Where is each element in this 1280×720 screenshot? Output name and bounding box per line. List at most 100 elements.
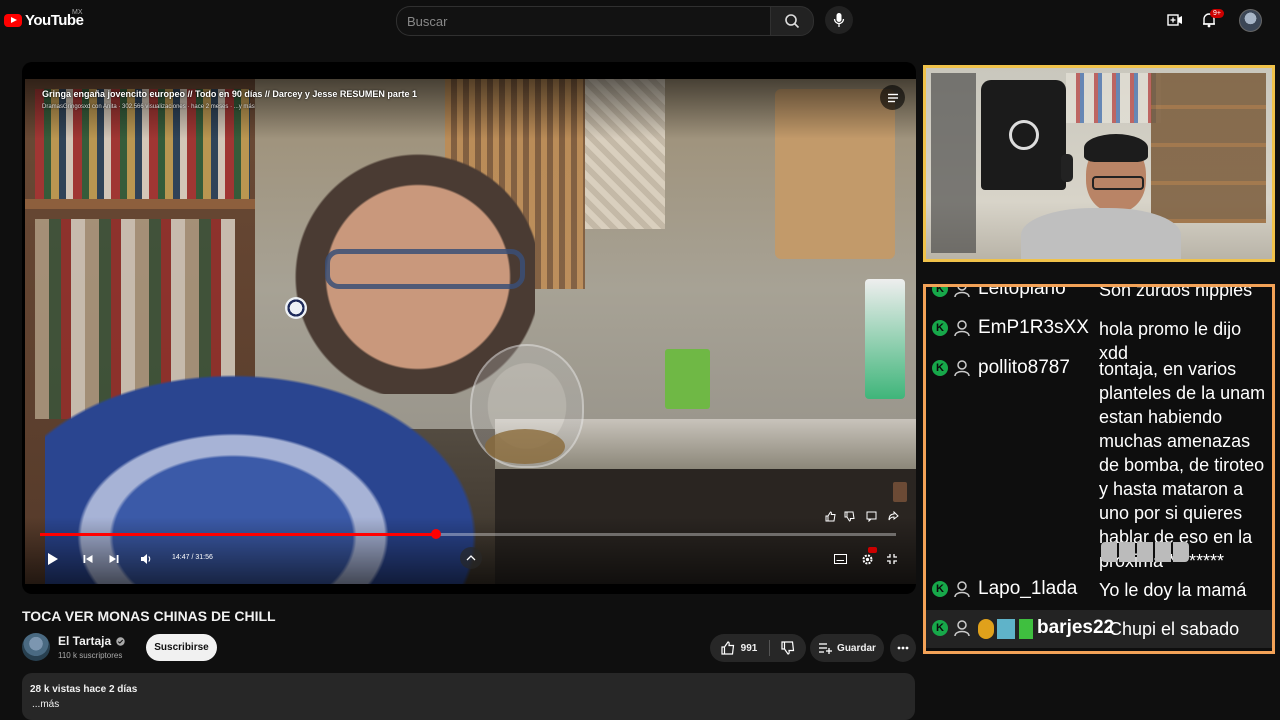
search-box [396,6,771,36]
subscriber-count: 110 k suscriptores [58,651,123,660]
chat-username[interactable]: pollito8787 [978,357,1070,379]
video-player[interactable] [22,62,916,594]
chat-message: K Lapo_1lada Yo le doy la mamá [926,577,1272,607]
save-icon [819,643,833,654]
player-video-title[interactable]: Gringa engaña jovencito europeo // Todo … [42,89,417,99]
subtitles-icon [833,554,847,564]
player-dislike-button[interactable] [843,510,855,522]
channel-name[interactable]: El Tartaja [58,634,126,648]
player-video-meta: DramasGringosxd con Anita · 302.566 visu… [42,104,255,110]
fullscreen-button[interactable] [884,551,900,567]
user-icon [954,320,970,337]
kick-badge-icon: K [932,287,948,297]
notification-count-badge: 9+ [1210,9,1224,18]
chat-text: tontaja, en varios planteles de la unam … [1099,359,1266,571]
mic-icon [833,13,845,27]
queue-button[interactable] [880,85,905,110]
like-button[interactable]: 991 [710,634,768,662]
kick-badge-icon: K [932,620,948,636]
chat-username[interactable]: Lapo_1lada [978,578,1077,600]
search-button[interactable] [770,6,814,36]
video-title: TOCA VER MONAS CHINAS DE CHILL [22,608,276,624]
youtube-play-icon [4,13,22,27]
previous-button[interactable] [80,551,96,567]
description-box[interactable] [22,673,915,720]
volume-icon [141,554,151,564]
comment-icon [866,511,876,522]
share-icon [888,510,899,520]
user-icon [954,581,970,598]
time-display: 14:47 / 31:56 [172,554,213,561]
fullscreen-exit-icon [887,554,897,564]
player-share-button[interactable] [887,510,899,522]
dislike-icon [781,641,795,655]
kick-badge-icon: K [932,320,948,336]
hd-badge [868,547,877,553]
user-icon [954,620,970,637]
search-input[interactable] [397,7,757,35]
stream-chat: K Leitoplano Son zurdos hippies K EmP1R3… [923,284,1275,654]
gift-badge-icon [997,619,1015,639]
subscribe-button[interactable]: Suscribirse [146,634,217,661]
progress-bar[interactable] [40,533,896,536]
more-actions-button[interactable] [890,634,916,662]
settings-button[interactable] [858,547,877,568]
chat-username[interactable]: EmP1R3sXX [978,317,1089,339]
like-icon [721,641,734,655]
streamer-webcam [923,65,1275,262]
chat-message: K pollito8787 tontaja, en varios plantel… [926,356,1272,571]
chat-text: Yo le doy la mamá [1099,580,1247,600]
queue-icon [887,93,898,102]
account-avatar[interactable] [1239,9,1262,32]
create-icon [1167,14,1182,26]
country-code: MX [72,9,83,16]
volume-button[interactable] [137,550,155,568]
cat-emotes [1101,542,1189,562]
play-button[interactable] [44,550,62,568]
moderator-badge-icon [1019,619,1033,639]
channel-avatar[interactable] [22,633,50,661]
user-icon [954,287,970,298]
chat-message: K Leitoplano Son zurdos hippies [926,284,1272,303]
create-button[interactable] [1165,10,1185,30]
next-button[interactable] [106,551,122,567]
save-label: Guardar [837,642,876,654]
views-and-date: 28 k vistas hace 2 días [30,684,138,695]
like-dislike-pill: 991 [710,634,806,662]
play-icon [48,553,58,565]
pill-divider [769,640,770,656]
like-icon [825,510,836,521]
show-more-link[interactable]: ...más [32,699,59,710]
kick-badge-icon: K [932,581,948,597]
youtube-logo[interactable]: YouTube MX [4,9,84,30]
save-button[interactable]: Guardar [810,634,884,662]
autoplay-expand-button[interactable] [460,547,482,569]
channel-name-text: El Tartaja [58,634,112,648]
chat-text: Chupi el sabado [1109,619,1240,639]
user-icon [954,360,970,377]
dislike-button[interactable] [772,634,804,662]
player-comment-button[interactable] [865,510,877,522]
kick-badge-icon: K [932,360,948,376]
chat-message-highlighted: K barjes22 Chupi el sabado [926,610,1272,648]
search-icon [785,14,800,29]
subtitles-button[interactable] [832,551,848,567]
subscriber-badge-icon [978,619,994,639]
like-count: 991 [740,642,758,654]
chat-text: Son zurdos hippies [1099,284,1253,300]
dislike-icon [844,511,855,522]
chevron-up-icon [466,555,476,561]
progress-fill [40,533,437,536]
next-icon [109,555,119,563]
more-icon [897,646,909,650]
chat-username[interactable]: barjes22 [1037,617,1114,639]
video-frame [25,79,916,584]
chat-username[interactable]: Leitoplano [978,287,1066,300]
player-like-button[interactable] [824,510,836,522]
voice-search-button[interactable] [825,6,853,34]
chat-message: K EmP1R3sXX hola promo le dijo xdd [926,316,1272,363]
prev-icon [83,555,93,563]
channel-watermark[interactable] [893,482,907,502]
gear-icon [862,554,872,564]
verified-icon [116,637,126,646]
